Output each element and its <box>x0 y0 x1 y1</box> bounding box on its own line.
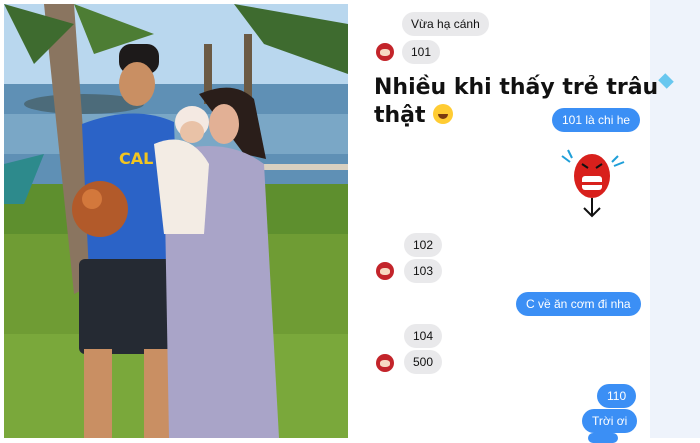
laughing-emoji-icon <box>433 104 454 124</box>
message-bubble-outgoing: 110 <box>597 384 637 408</box>
avatar <box>376 43 394 61</box>
message-bubble-incoming: 101 <box>402 40 441 64</box>
svg-text:CAL: CAL <box>119 149 153 168</box>
angry-face-sticker-icon <box>558 148 628 228</box>
avatar <box>376 262 394 280</box>
diamond-icon <box>658 73 674 89</box>
message-bubble-incoming: 102 <box>404 233 443 257</box>
avatar <box>376 354 394 372</box>
message-bubble-incoming: 103 <box>404 259 443 283</box>
message-bubble-incoming: 104 <box>404 324 443 348</box>
photo-scene: CAL <box>4 4 348 438</box>
message-bubble-outgoing: C về ăn cơm đi nha <box>516 292 641 316</box>
message-bubble-incoming: Vừa hạ cánh <box>402 12 489 36</box>
message-bubble-incoming: 500 <box>404 350 443 374</box>
chat-edge <box>650 0 700 438</box>
message-bubble-outgoing: 101 là chi he <box>552 108 641 132</box>
sticker-caption-line1: Nhiều khi thấy trẻ trâu <box>374 75 659 100</box>
message-bubble-outgoing: Trời ơi <box>582 409 638 433</box>
couple-photo: CAL <box>4 4 348 438</box>
message-bubble-outgoing-partial <box>588 433 618 443</box>
sticker-caption-line2: thật <box>374 103 426 128</box>
